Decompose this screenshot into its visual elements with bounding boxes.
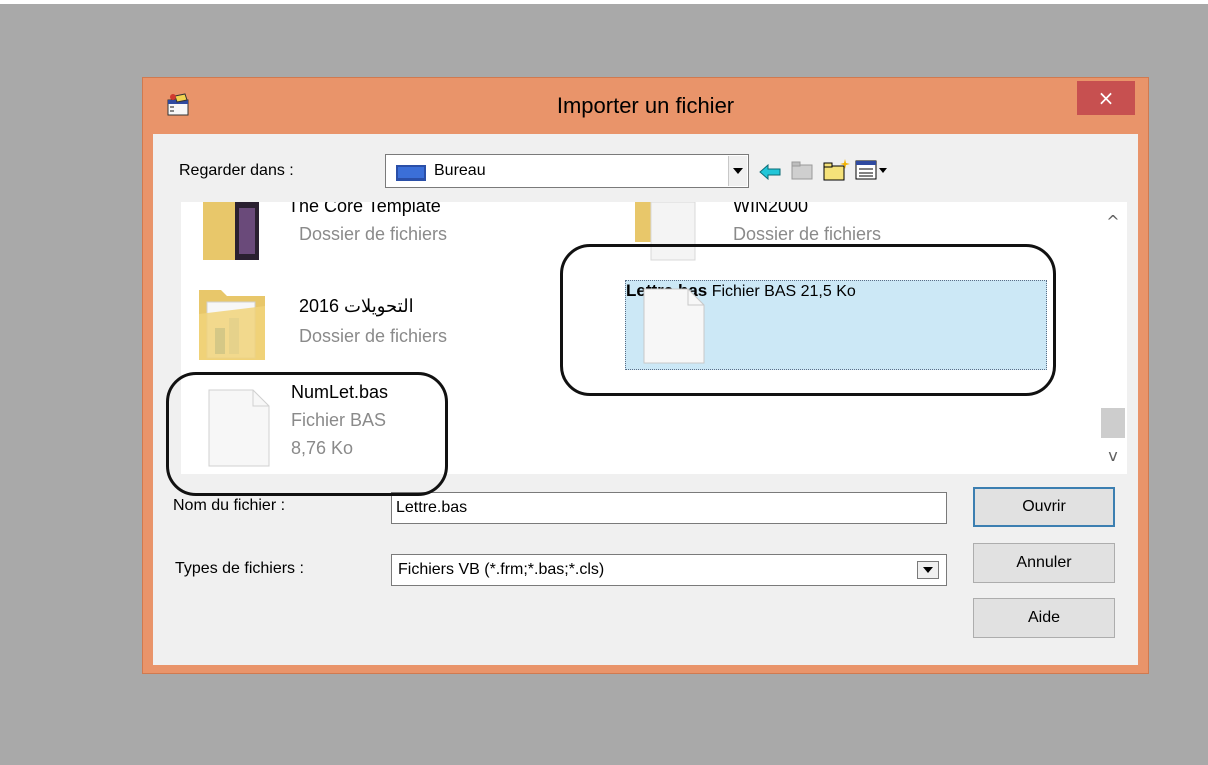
file-icon (643, 288, 705, 364)
filename-input[interactable] (391, 492, 947, 524)
chevron-up-icon: ^ (1106, 212, 1120, 231)
new-folder-icon[interactable] (823, 158, 851, 182)
file-type: Fichier BAS (711, 283, 797, 300)
file-type: Dossier de fichiers (299, 224, 448, 244)
dialog-body: Regarder dans : Bureau The Core Template… (153, 134, 1138, 665)
back-arrow-icon[interactable] (759, 164, 781, 180)
file-name: WIN2000 (733, 202, 809, 216)
view-menu-icon[interactable] (855, 160, 889, 180)
desktop-icon (396, 165, 426, 181)
dialog-title: Importer un fichier (556, 93, 735, 118)
list-item-folder[interactable]: WIN2000 Dossier de fichiers (621, 202, 1051, 268)
look-in-label: Regarder dans : (179, 162, 294, 179)
file-icon (208, 389, 270, 467)
file-size: 8,76 Ko (291, 438, 354, 458)
import-file-dialog: Importer un fichier × Regarder dans : Bu… (142, 77, 1149, 674)
chevron-down-icon (733, 168, 743, 174)
chevron-down-icon: v (1108, 446, 1118, 465)
chevron-down-icon (923, 567, 933, 573)
scroll-up-button[interactable]: ^ (1099, 208, 1127, 236)
scroll-down-button[interactable]: v (1099, 442, 1127, 470)
folder-icon (199, 290, 265, 360)
close-button[interactable]: × (1077, 81, 1135, 115)
filename-label: Nom du fichier : (173, 497, 286, 514)
file-type: Dossier de fichiers (733, 224, 882, 244)
screen-top-strip (0, 0, 1208, 4)
file-name: The Core Template (288, 202, 441, 216)
up-folder-icon[interactable] (791, 160, 813, 180)
file-name: NumLet.bas (291, 382, 389, 402)
help-button[interactable]: Aide (973, 598, 1115, 638)
file-list[interactable]: The Core Template Dossier de fichiers WI… (181, 202, 1127, 474)
close-icon: × (1097, 86, 1115, 110)
scroll-thumb[interactable] (1101, 408, 1125, 438)
filetype-value: Fichiers VB (*.frm;*.bas;*.cls) (398, 561, 605, 578)
filetype-label: Types de fichiers : (175, 560, 304, 577)
list-item-folder[interactable]: The Core Template Dossier de fichiers (181, 202, 611, 268)
list-item-file[interactable]: NumLet.bas Fichier BAS 8,76 Ko (181, 380, 611, 474)
filetype-dropdown-button[interactable] (917, 561, 939, 579)
file-size: 21,5 Ko (800, 283, 856, 300)
list-item-folder[interactable]: التحويلات 2016 Dossier de fichiers (181, 272, 611, 372)
look-in-value: Bureau (434, 162, 486, 179)
file-type: Fichier BAS (291, 410, 387, 430)
file-name: التحويلات 2016 (299, 296, 414, 316)
open-button[interactable]: Ouvrir (973, 487, 1115, 527)
folder-icon (635, 202, 696, 261)
title-bar[interactable]: Importer un fichier × (143, 78, 1148, 134)
vertical-scrollbar[interactable]: ^ v (1099, 202, 1127, 474)
filetype-combo[interactable]: Fichiers VB (*.frm;*.bas;*.cls) (391, 554, 947, 586)
list-item-selected-file[interactable]: Lettre.bas Fichier BAS 21,5 Ko (625, 280, 1047, 370)
folder-icon (203, 202, 259, 260)
look-in-combo[interactable]: Bureau (385, 154, 749, 188)
file-type: Dossier de fichiers (299, 326, 448, 346)
cancel-button[interactable]: Annuler (973, 543, 1115, 583)
look-in-dropdown-button[interactable] (728, 156, 747, 186)
